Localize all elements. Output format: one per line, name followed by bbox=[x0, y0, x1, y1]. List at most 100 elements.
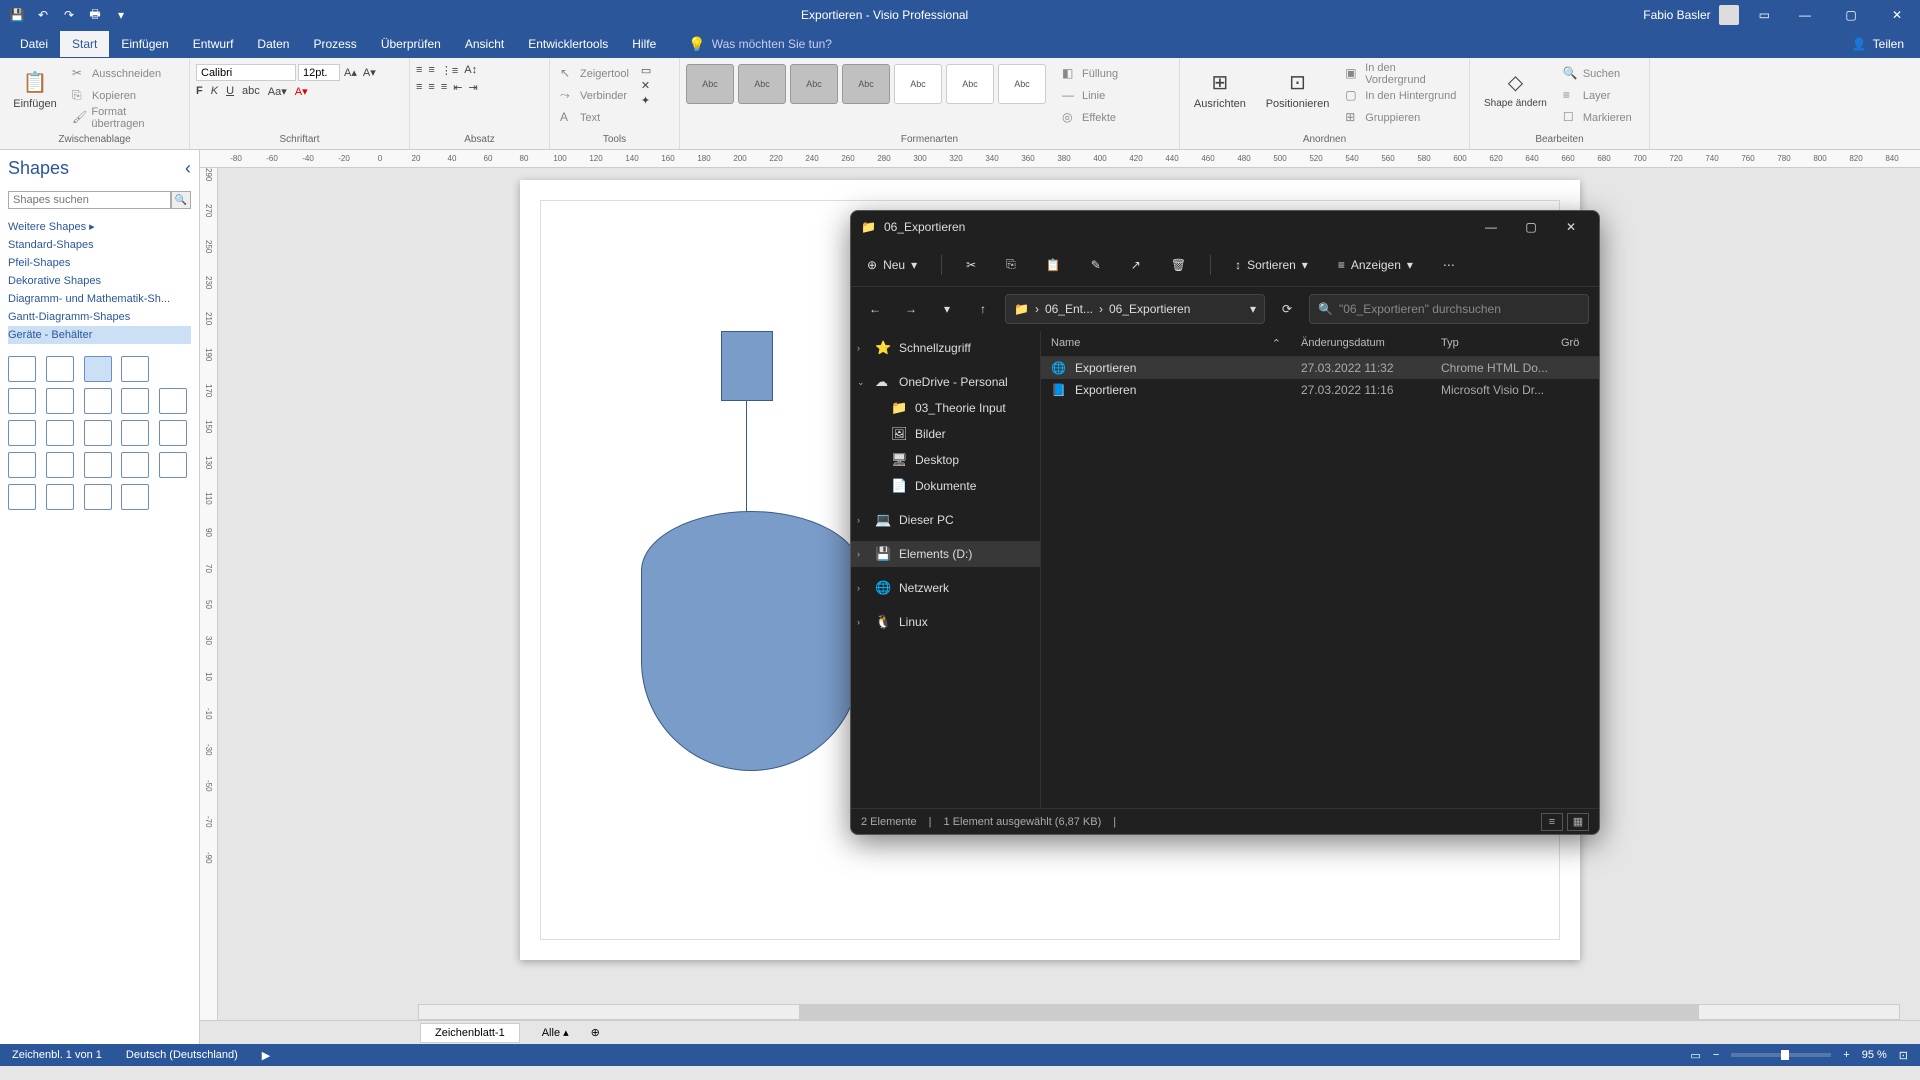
sidebar-linux[interactable]: ›🐧Linux bbox=[851, 609, 1040, 635]
more-shapes-link[interactable]: Weitere Shapes ▸ bbox=[8, 217, 191, 236]
undo-icon[interactable]: ↶ bbox=[34, 6, 52, 24]
language-status[interactable]: Deutsch (Deutschland) bbox=[126, 1049, 238, 1061]
delete-button[interactable]: 🗑 bbox=[1165, 254, 1192, 276]
minimize-icon[interactable]: — bbox=[1782, 0, 1828, 30]
explorer-search[interactable]: 🔍 "06_Exportieren" durchsuchen bbox=[1309, 294, 1589, 324]
style-box-3[interactable]: Abc bbox=[790, 64, 838, 104]
page-tab-1[interactable]: Zeichenblatt-1 bbox=[420, 1023, 520, 1043]
italic-button[interactable]: K bbox=[211, 85, 218, 98]
col-size[interactable]: Grö bbox=[1561, 337, 1579, 350]
save-icon[interactable]: 💾 bbox=[8, 6, 26, 24]
horizontal-scrollbar[interactable] bbox=[418, 1004, 1900, 1020]
shape-cat-standard[interactable]: Standard-Shapes bbox=[8, 236, 191, 254]
connector-tool-button[interactable]: ⤳Verbinder bbox=[556, 86, 633, 106]
user-avatar[interactable] bbox=[1719, 5, 1739, 25]
select-button[interactable]: ☐Markieren bbox=[1559, 108, 1636, 128]
align-center-icon[interactable]: ≡ bbox=[428, 81, 434, 94]
pointer-tool-button[interactable]: ↖Zeigertool bbox=[556, 64, 633, 84]
bold-button[interactable]: F bbox=[196, 85, 203, 98]
font-name-select[interactable] bbox=[196, 64, 296, 81]
style-box-5[interactable]: Abc bbox=[894, 64, 942, 104]
tab-hilfe[interactable]: Hilfe bbox=[620, 31, 668, 57]
shape-thumb[interactable] bbox=[8, 356, 36, 382]
align-top-icon[interactable]: ≡ bbox=[416, 64, 422, 77]
tab-entwicklertools[interactable]: Entwicklertools bbox=[516, 31, 620, 57]
freeform-tool-icon[interactable]: ✦ bbox=[641, 94, 651, 107]
indent-right-icon[interactable]: ⇥ bbox=[468, 81, 477, 94]
user-name[interactable]: Fabio Basler bbox=[1643, 8, 1710, 22]
sidebar-bilder[interactable]: 🖼Bilder bbox=[851, 421, 1040, 447]
font-size-select[interactable] bbox=[298, 64, 340, 81]
text-direction-icon[interactable]: A↕ bbox=[464, 64, 477, 77]
shape-thumb[interactable] bbox=[46, 420, 74, 446]
tab-einfuegen[interactable]: Einfügen bbox=[109, 31, 180, 57]
shape-thumb[interactable] bbox=[159, 388, 187, 414]
file-row[interactable]: 📘 Exportieren 27.03.2022 11:16 Microsoft… bbox=[1041, 379, 1599, 401]
view-button[interactable]: ≡Anzeigen▾ bbox=[1332, 254, 1419, 276]
position-button[interactable]: ⊡Positionieren bbox=[1258, 64, 1337, 112]
align-middle-icon[interactable]: ≡ bbox=[428, 64, 434, 77]
shape-thumb[interactable] bbox=[121, 420, 149, 446]
file-row[interactable]: 🌐 Exportieren 27.03.2022 11:32 Chrome HT… bbox=[1041, 357, 1599, 379]
align-left-icon[interactable]: ≡ bbox=[416, 81, 422, 94]
shape-cat-gantt[interactable]: Gantt-Diagramm-Shapes bbox=[8, 308, 191, 326]
shape-thumb[interactable] bbox=[8, 484, 36, 510]
sidebar-theorie[interactable]: 📁03_Theorie Input bbox=[851, 395, 1040, 421]
tab-prozess[interactable]: Prozess bbox=[301, 31, 368, 57]
paste-button[interactable]: 📋 bbox=[1040, 254, 1067, 276]
zoom-level[interactable]: 95 % bbox=[1862, 1049, 1887, 1061]
shape-thumb[interactable] bbox=[84, 420, 112, 446]
sidebar-dokumente[interactable]: 📄Dokumente bbox=[851, 473, 1040, 499]
shape-thumb[interactable] bbox=[121, 356, 149, 382]
sidebar-thispc[interactable]: ›💻Dieser PC bbox=[851, 507, 1040, 533]
tell-me-search[interactable]: 💡 Was möchten Sie tun? bbox=[688, 36, 832, 53]
explorer-maximize-icon[interactable]: ▢ bbox=[1513, 215, 1549, 239]
format-painter-button[interactable]: 🖌Format übertragen bbox=[68, 108, 183, 128]
rename-button[interactable]: ✎ bbox=[1085, 254, 1107, 276]
explorer-close-icon[interactable]: ✕ bbox=[1553, 215, 1589, 239]
close-icon[interactable]: ✕ bbox=[1874, 0, 1920, 30]
sidebar-quickaccess[interactable]: ›⭐Schnellzugriff bbox=[851, 335, 1040, 361]
col-date[interactable]: Änderungsdatum bbox=[1301, 337, 1441, 350]
cut-button[interactable]: ✂Ausschneiden bbox=[68, 64, 183, 84]
grow-font-icon[interactable]: A▴ bbox=[342, 64, 359, 81]
bring-front-button[interactable]: ▣In den Vordergrund bbox=[1341, 64, 1463, 84]
tab-ueberpruefen[interactable]: Überprüfen bbox=[369, 31, 453, 57]
fill-button[interactable]: ◧Füllung bbox=[1058, 64, 1122, 84]
shape-style-gallery[interactable]: Abc Abc Abc Abc Abc Abc Abc bbox=[686, 64, 1046, 104]
shape-thumb[interactable] bbox=[84, 356, 112, 382]
back-button[interactable]: ← bbox=[861, 295, 889, 323]
scrollbar-thumb[interactable] bbox=[799, 1005, 1699, 1019]
tab-entwurf[interactable]: Entwurf bbox=[181, 31, 246, 57]
style-box-4[interactable]: Abc bbox=[842, 64, 890, 104]
shape-thumb[interactable] bbox=[46, 452, 74, 478]
shape-thumb[interactable] bbox=[84, 388, 112, 414]
collapse-panel-icon[interactable]: ‹ bbox=[185, 158, 191, 179]
redo-icon[interactable]: ↷ bbox=[60, 6, 78, 24]
effects-button[interactable]: ◎Effekte bbox=[1058, 108, 1122, 128]
sidebar-elements[interactable]: ›💾Elements (D:) bbox=[851, 541, 1040, 567]
qat-more-icon[interactable]: ▾ bbox=[112, 6, 130, 24]
shape-thumb[interactable] bbox=[46, 356, 74, 382]
group-button[interactable]: ⊞Gruppieren bbox=[1341, 108, 1463, 128]
more-button[interactable]: ⋯ bbox=[1437, 254, 1461, 276]
style-box-7[interactable]: Abc bbox=[998, 64, 1046, 104]
shape-thumb[interactable] bbox=[121, 452, 149, 478]
new-button[interactable]: ⊕Neu▾ bbox=[861, 254, 923, 276]
style-box-1[interactable]: Abc bbox=[686, 64, 734, 104]
macro-icon[interactable]: ▶ bbox=[262, 1049, 270, 1062]
zoom-slider[interactable] bbox=[1731, 1053, 1831, 1057]
shape-thumb[interactable] bbox=[159, 452, 187, 478]
shape-thumb[interactable] bbox=[8, 452, 36, 478]
shape-thumb[interactable] bbox=[121, 484, 149, 510]
align-right-icon[interactable]: ≡ bbox=[441, 81, 447, 94]
up-button[interactable]: ↑ bbox=[969, 295, 997, 323]
shape-thumb[interactable] bbox=[84, 452, 112, 478]
shape-cat-pfeil[interactable]: Pfeil-Shapes bbox=[8, 254, 191, 272]
send-back-button[interactable]: ▢In den Hintergrund bbox=[1341, 86, 1463, 106]
sidebar-network[interactable]: ›🌐Netzwerk bbox=[851, 575, 1040, 601]
details-view-icon[interactable]: ≡ bbox=[1541, 813, 1563, 831]
explorer-minimize-icon[interactable]: — bbox=[1473, 215, 1509, 239]
shape-cat-dekorative[interactable]: Dekorative Shapes bbox=[8, 272, 191, 290]
zoom-out-icon[interactable]: − bbox=[1713, 1049, 1719, 1061]
